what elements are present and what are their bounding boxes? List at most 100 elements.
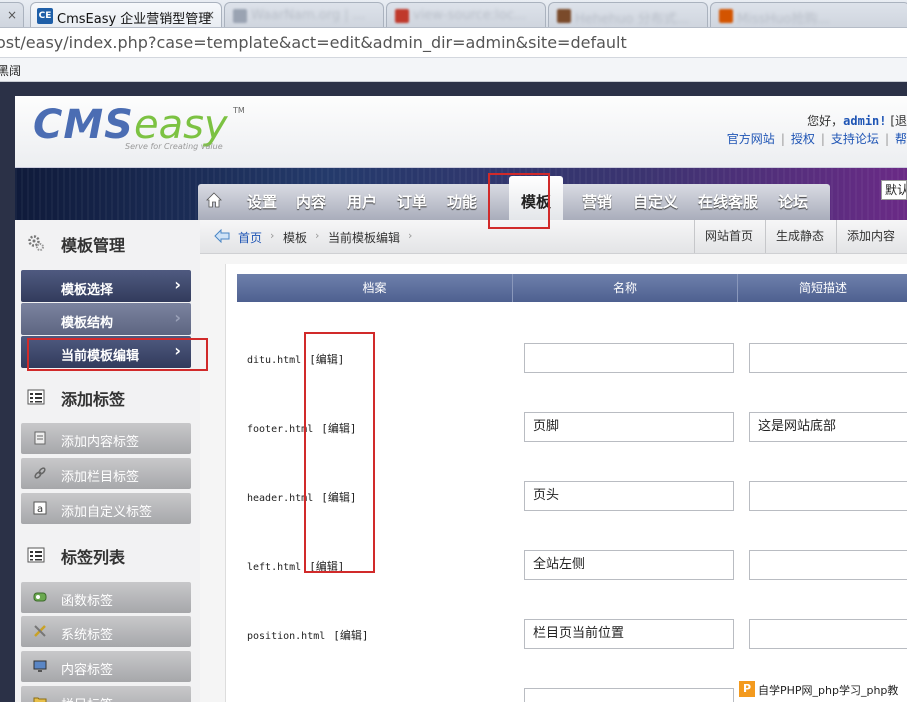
breadcrumb-sep: › [270,229,275,242]
close-icon[interactable]: × [205,8,215,22]
breadcrumb-current: 当前模板编辑 [328,231,401,245]
address-bar[interactable]: ost/easy/index.php?case=template&act=edi… [0,28,907,58]
logo-cms: CMS [33,102,134,148]
page-icon [557,9,571,23]
chevron-right-icon: › [174,308,181,327]
name-input[interactable]: 全站左侧 [524,550,734,580]
menu-label: 添加自定义标签 [61,505,153,520]
nav-users[interactable]: 用户 [347,184,377,220]
logo-tm: TM [233,106,245,115]
breadcrumb-templates[interactable]: 模板 [283,229,307,246]
nav-custom[interactable]: 自定义 [633,184,678,220]
username-link[interactable]: admin! [843,114,886,128]
link-help[interactable]: 帮 [895,132,907,146]
menu-add-content-tag[interactable]: 添加内容标签 [21,423,191,454]
menu-label: 函数标签 [61,594,114,609]
menu-template-structure[interactable]: 模板结构 › [21,303,191,335]
breadcrumb-sep: › [315,229,320,242]
logo-slogan: Serve for Creating value [125,142,223,151]
bookmark-item[interactable]: 黑阔 [0,62,21,79]
app-header: CMSeasy TM Serve for Creating value 您好，a… [15,96,907,168]
nav-content[interactable]: 内容 [296,184,326,220]
edit-link[interactable]: [编辑] [333,629,368,642]
cmseasy-logo[interactable]: CMSeasy TM Serve for Creating value [33,102,245,151]
tab-blurred[interactable]: WaarNam.org | ... [224,2,384,27]
watermark: P 自学PHP网_php学习_php教 [735,678,907,700]
tab-cmseasy[interactable]: CE CmsEasy 企业营销型管理 × [30,2,222,27]
logout-link[interactable]: [退 [887,114,907,128]
tab-title: view-source:loc... [413,8,527,23]
a-icon: a [33,501,47,515]
watermark-text: 自学PHP网_php学习_php教 [758,684,899,697]
func-icon [33,592,47,602]
php-logo-icon: P [739,681,755,697]
list-icon [27,389,45,405]
cmseasy-favicon-icon: CE [37,8,53,24]
menu-function-tags[interactable]: 函数标签 [21,582,191,613]
nav-functions[interactable]: 功能 [447,184,477,220]
menu-content-tags[interactable]: 内容标签 [21,651,191,682]
link-license[interactable]: 授权 [791,132,815,146]
name-input[interactable] [524,343,734,373]
tab-title: Hehehuo 分布式... [575,12,689,27]
page-icon [395,9,409,23]
folder-icon [33,697,47,702]
language-select[interactable]: 默认 [881,180,907,200]
welcome-prefix: 您好， [807,114,844,128]
menu-label: 添加栏目标签 [61,470,140,485]
annotation-box-edit-links [304,332,375,573]
quick-add-content[interactable]: 添加内容 [836,220,905,253]
annotation-box-templates [488,173,550,229]
section-title: 标签列表 [61,548,126,567]
url-text[interactable]: ost/easy/index.php?case=template&act=edi… [0,33,627,52]
nav-online-service[interactable]: 在线客服 [698,184,758,220]
tab-partial[interactable]: × [0,2,24,27]
desc-input[interactable] [749,343,907,373]
table-header: 档案 名称 简短描述 [237,274,907,302]
desc-input[interactable]: 这是网站底部 [749,412,907,442]
link-official-site[interactable]: 官方网站 [727,132,775,146]
section-title: 添加标签 [61,390,126,409]
home-icon[interactable] [206,192,222,208]
desc-input[interactable] [749,481,907,511]
name-input[interactable]: 页头 [524,481,734,511]
menu-add-category-tag[interactable]: 添加栏目标签 [21,458,191,489]
menu-label: 系统标签 [61,628,114,643]
menu-system-tags[interactable]: 系统标签 [21,616,191,647]
menu-add-custom-tag[interactable]: a 添加自定义标签 [21,493,191,524]
section-template-management: 模板管理 [15,224,200,260]
menu-category-tags[interactable]: 栏目标签 [21,686,191,702]
welcome-text: 您好，admin! [退 [807,112,907,129]
name-input[interactable]: 栏目页当前位置 [524,619,734,649]
menu-template-select[interactable]: 模板选择 › [21,270,191,302]
chevron-right-icon: › [174,275,181,294]
nav-marketing[interactable]: 营销 [582,184,612,220]
nav-forum[interactable]: 论坛 [778,184,808,220]
file-label: left.html [247,562,302,573]
desc-input[interactable] [749,550,907,580]
doc-icon [34,431,46,445]
quick-site-home[interactable]: 网站首页 [694,220,763,253]
tab-title: MissHuo抢购... [737,12,830,27]
quick-generate-static[interactable]: 生成静态 [765,220,834,253]
nav-band: 设置 内容 用户 订单 功能 模板 营销 自定义 在线客服 论坛 默认 [15,168,907,220]
desc-input[interactable] [749,619,907,649]
breadcrumb-sep: › [408,229,413,242]
top-links: 官方网站 | 授权 | 支持论坛 | 帮 [726,132,907,146]
nav-orders[interactable]: 订单 [397,184,427,220]
tab-blurred[interactable]: Hehehuo 分布式... [548,2,708,27]
page-icon [719,9,733,23]
link-forum[interactable]: 支持论坛 [831,132,879,146]
section-tag-list: 标签列表 [15,536,200,572]
col-file: 档案 [237,274,513,302]
back-arrow-icon [214,229,230,243]
tab-blurred[interactable]: MissHuo抢购... [710,2,907,27]
breadcrumb-home[interactable]: 首页 [238,229,262,246]
name-input[interactable] [524,688,734,702]
browser-tab-bar: × CE CmsEasy 企业营销型管理 × WaarNam.org | ...… [0,0,907,28]
close-icon[interactable]: × [7,8,17,22]
nav-settings[interactable]: 设置 [247,184,277,220]
monitor-icon [33,660,47,672]
tab-blurred[interactable]: view-source:loc... [386,2,546,27]
name-input[interactable]: 页脚 [524,412,734,442]
